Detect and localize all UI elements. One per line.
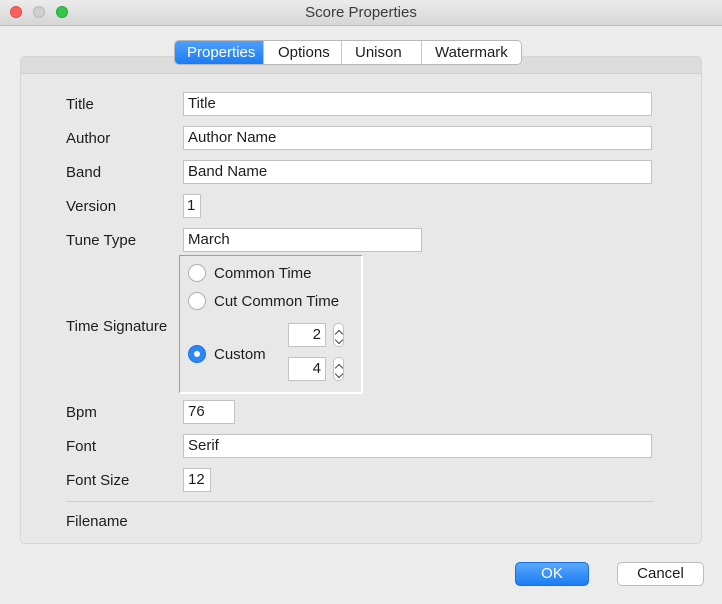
tab-properties[interactable]: Properties (175, 41, 263, 64)
title-bar: Score Properties (0, 0, 722, 26)
ok-button[interactable]: OK (515, 562, 589, 586)
band-field[interactable]: Band Name (183, 160, 652, 184)
filename-label: Filename (66, 513, 128, 530)
denominator-stepper[interactable] (333, 357, 344, 381)
tune-type-field[interactable]: March (183, 228, 422, 252)
divider (66, 501, 654, 502)
time-signature-label: Time Signature (66, 318, 168, 335)
tab-unison[interactable]: Unison (341, 41, 421, 64)
band-label: Band (66, 164, 102, 181)
bpm-label: Bpm (66, 404, 97, 421)
font-size-field[interactable]: 12 (183, 468, 211, 492)
common-time-radio[interactable] (188, 264, 206, 282)
bpm-field[interactable]: 76 (183, 400, 235, 424)
cancel-button[interactable]: Cancel (617, 562, 704, 586)
author-label: Author (66, 130, 111, 147)
numerator-field[interactable]: 2 (288, 323, 326, 347)
version-field[interactable]: 1 (183, 194, 201, 218)
denominator-field[interactable]: 4 (288, 357, 326, 381)
font-field[interactable]: Serif (183, 434, 652, 458)
title-label: Title (66, 96, 94, 113)
tab-watermark[interactable]: Watermark (421, 41, 521, 64)
cut-common-time-radio[interactable] (188, 292, 206, 310)
cut-common-time-label: Cut Common Time (214, 293, 340, 310)
font-label: Font (66, 438, 97, 455)
font-size-label: Font Size (66, 472, 130, 489)
version-label: Version (66, 198, 117, 215)
title-field[interactable]: Title (183, 92, 652, 116)
numerator-stepper[interactable] (333, 323, 344, 347)
chevron-down-icon (334, 369, 344, 379)
common-time-label: Common Time (214, 265, 312, 282)
chevron-down-icon (334, 335, 344, 345)
tab-bar: Properties Options Unison Watermark (174, 40, 522, 65)
author-field[interactable]: Author Name (183, 126, 652, 150)
tune-type-label: Tune Type (66, 232, 137, 249)
window-title: Score Properties (305, 4, 417, 21)
custom-label: Custom (214, 346, 266, 363)
tab-options[interactable]: Options (263, 41, 341, 64)
custom-radio[interactable] (188, 345, 206, 363)
